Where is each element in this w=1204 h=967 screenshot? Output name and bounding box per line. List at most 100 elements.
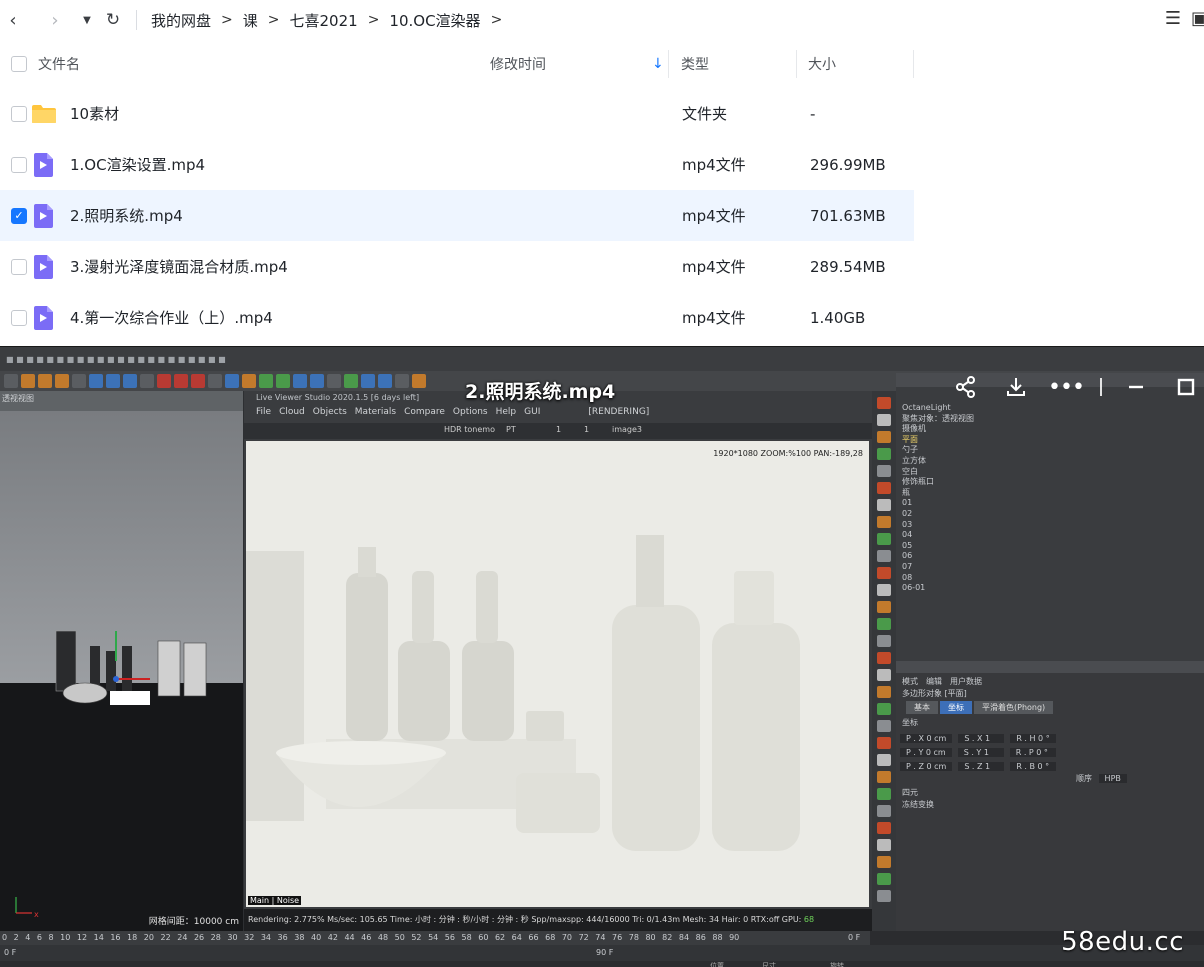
file-name[interactable]: 1.OC渲染设置.mp4 [70, 154, 205, 175]
c4d-side-tool-icon[interactable] [877, 788, 891, 800]
breadcrumb-item-my-disk[interactable]: 我的网盘 [151, 10, 211, 31]
c4d-side-tool-icon[interactable] [877, 771, 891, 783]
coordinate-field[interactable]: P . Z 0 cm [900, 761, 953, 771]
c4d-tool-icon[interactable] [378, 374, 392, 388]
attribute-tab[interactable]: 坐标 [940, 701, 972, 714]
sort-list-icon[interactable]: ☰ [1165, 8, 1181, 29]
c4d-tool-icon[interactable] [259, 374, 273, 388]
object-list-item[interactable]: 06 [902, 551, 1002, 562]
object-list-item[interactable]: 修饰瓶口 [902, 477, 1002, 488]
object-list-item[interactable]: 01 [902, 498, 1002, 509]
view-mode-icon[interactable]: ▣ [1191, 8, 1204, 29]
c4d-tool-icon[interactable] [208, 374, 222, 388]
c4d-tool-icon[interactable] [123, 374, 137, 388]
c4d-side-tool-icon[interactable] [877, 686, 891, 698]
back-icon[interactable]: ‹ [0, 7, 26, 33]
c4d-side-tool-icon[interactable] [877, 601, 891, 613]
c4d-tool-icon[interactable] [140, 374, 154, 388]
file-row[interactable]: 3.漫射光泽度镜面混合材质.mp4 mp4文件 289.54MB [0, 241, 914, 292]
c4d-side-tool-icon[interactable] [877, 499, 891, 511]
row-checkbox[interactable] [11, 156, 27, 173]
c4d-tool-icon[interactable] [89, 374, 103, 388]
file-name[interactable]: 3.漫射光泽度镜面混合材质.mp4 [70, 256, 288, 277]
c4d-side-tool-icon[interactable] [877, 754, 891, 766]
c4d-side-tool-icon[interactable] [877, 822, 891, 834]
freeze-transform-section[interactable]: 冻结变换 [902, 799, 934, 810]
c4d-side-tool-icon[interactable] [877, 856, 891, 868]
quaternion-section[interactable]: 四元 [902, 787, 918, 798]
object-list-item[interactable]: 空白 [902, 467, 1002, 478]
video-player[interactable]: ■ ■ ■ ■ ■ ■ ■ ■ ■ ■ ■ ■ ■ ■ ■ ■ ■ ■ ■ ■ … [0, 346, 1204, 967]
column-divider[interactable] [796, 50, 797, 78]
breadcrumb-item-course[interactable]: 课 [243, 10, 258, 31]
file-row[interactable]: 10素材 文件夹 - [0, 88, 914, 139]
object-list-item[interactable]: 07 [902, 562, 1002, 573]
column-header-modified[interactable]: 修改时间 [490, 54, 546, 74]
c4d-tool-icon[interactable] [21, 374, 35, 388]
column-header-type[interactable]: 类型 [681, 54, 709, 74]
row-checkbox[interactable]: ✓ [11, 207, 27, 224]
breadcrumb-item-qixi2021[interactable]: 七喜2021 [290, 10, 358, 31]
c4d-side-tool-icon[interactable] [877, 873, 891, 885]
c4d-side-tool-icon[interactable] [877, 703, 891, 715]
c4d-side-tool-icon[interactable] [877, 635, 891, 647]
object-list-item[interactable]: 08 [902, 573, 1002, 584]
frame-start-field[interactable]: 0 F [4, 948, 16, 957]
file-row[interactable]: 1.OC渲染设置.mp4 mp4文件 296.99MB [0, 139, 914, 190]
c4d-side-tool-icon[interactable] [877, 584, 891, 596]
object-list-item[interactable]: 立方体 [902, 456, 1002, 467]
object-list-item[interactable]: 05 [902, 541, 1002, 552]
octane-menu-item[interactable]: Compare [404, 407, 445, 417]
c4d-tool-icon[interactable] [344, 374, 358, 388]
history-dropdown-icon[interactable]: ▼ [74, 7, 100, 33]
c4d-tool-icon[interactable] [38, 374, 52, 388]
coordinate-field[interactable]: S . Y 1 [957, 747, 1004, 757]
more-icon[interactable]: ••• [1048, 373, 1085, 401]
c4d-side-tool-icon[interactable] [877, 567, 891, 579]
select-all-checkbox[interactable] [11, 56, 27, 72]
c4d-side-tool-icon[interactable] [877, 737, 891, 749]
forward-icon[interactable]: › [42, 7, 68, 33]
object-list-item[interactable]: 瓶 [902, 488, 1002, 499]
object-list-item[interactable]: 聚焦对象：透视视图 [902, 414, 1002, 425]
c4d-side-tool-icon[interactable] [877, 465, 891, 477]
row-checkbox[interactable] [11, 309, 27, 326]
column-divider[interactable] [668, 50, 669, 78]
c4d-tool-icon[interactable] [106, 374, 120, 388]
timeline-ruler[interactable]: 0 2 4 6 8 10 12 14 16 18 20 22 24 26 28 … [0, 931, 870, 945]
octane-menu-item[interactable]: GUI [524, 407, 540, 417]
c4d-tool-icon[interactable] [361, 374, 375, 388]
file-name[interactable]: 10素材 [70, 103, 119, 124]
file-name[interactable]: 4.第一次综合作业（上）.mp4 [70, 307, 273, 328]
attribute-mode-item[interactable]: 编辑 [926, 677, 942, 686]
object-list-item[interactable]: 平面 [902, 435, 1002, 446]
c4d-tool-icon[interactable] [157, 374, 171, 388]
object-list-item[interactable]: 04 [902, 530, 1002, 541]
c4d-tool-icon[interactable] [242, 374, 256, 388]
column-header-size[interactable]: 大小 [808, 54, 836, 74]
octane-menu-item[interactable]: Objects [313, 407, 347, 417]
c4d-tool-icon[interactable] [327, 374, 341, 388]
frame-end-field[interactable]: 90 F [596, 948, 613, 957]
c4d-side-tool-icon[interactable] [877, 669, 891, 681]
c4d-side-tool-icon[interactable] [877, 397, 891, 409]
c4d-tool-icon[interactable] [191, 374, 205, 388]
coordinate-field[interactable]: S . X 1 [958, 733, 1005, 743]
breadcrumb-item-oc-renderer[interactable]: 10.OC渲染器 [389, 10, 480, 31]
c4d-side-tool-icon[interactable] [877, 482, 891, 494]
minimize-icon[interactable] [1120, 373, 1152, 401]
c4d-side-tool-icon[interactable] [877, 618, 891, 630]
c4d-side-tool-icon[interactable] [877, 516, 891, 528]
octane-menu-item[interactable]: Cloud [279, 407, 305, 417]
coordinate-field[interactable]: R . P 0 ° [1009, 747, 1056, 757]
download-icon[interactable] [1000, 373, 1032, 401]
c4d-side-tool-icon[interactable] [877, 533, 891, 545]
attribute-tab[interactable]: 基本 [906, 701, 938, 714]
file-name[interactable]: 2.照明系统.mp4 [70, 205, 183, 226]
coordinate-field[interactable]: P . X 0 cm [900, 733, 953, 743]
c4d-side-tool-icon[interactable] [877, 890, 891, 902]
c4d-side-tool-icon[interactable] [877, 414, 891, 426]
c4d-tool-icon[interactable] [72, 374, 86, 388]
octane-menu-item[interactable]: Options [453, 407, 488, 417]
refresh-icon[interactable]: ↻ [100, 7, 126, 33]
